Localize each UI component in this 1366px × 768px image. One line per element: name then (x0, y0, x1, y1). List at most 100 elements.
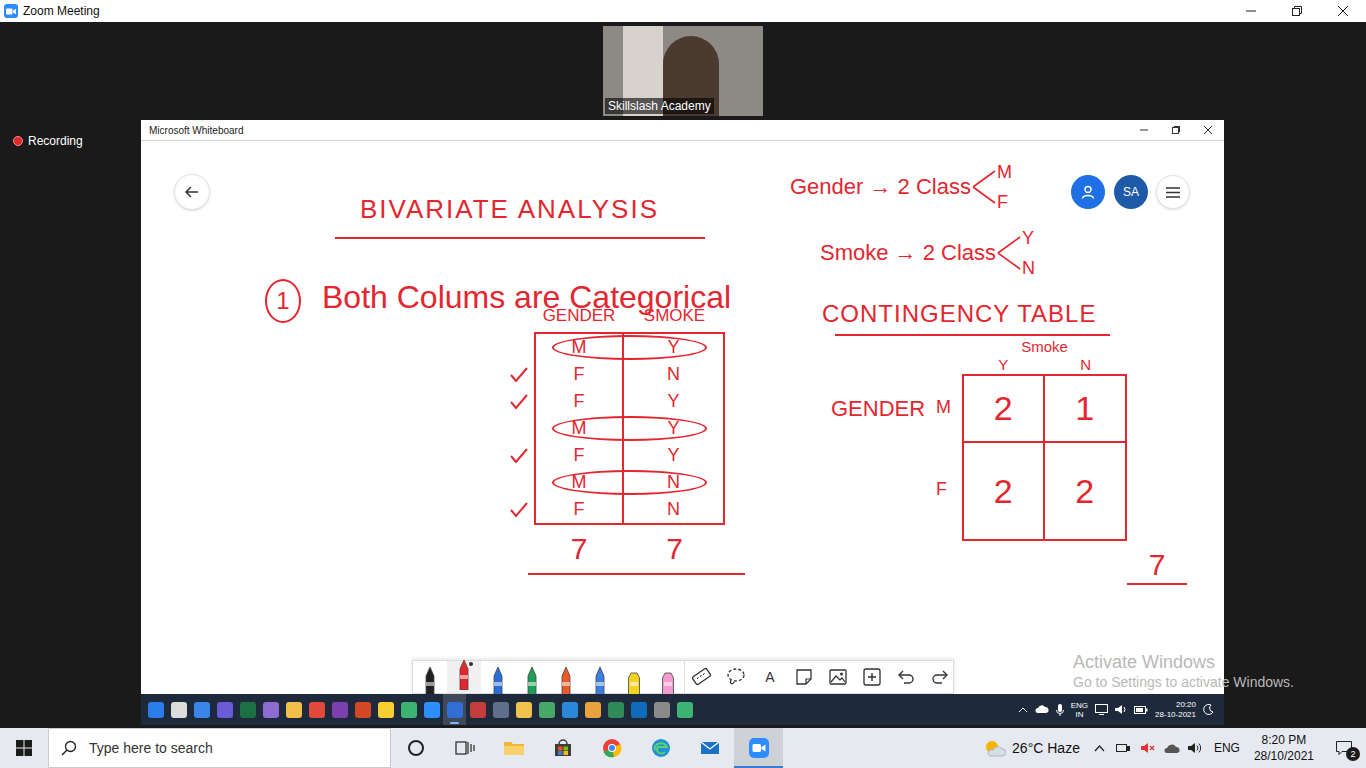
clock[interactable]: 8:20 PM 28/10/2021 (1246, 732, 1322, 764)
remote-app[interactable] (236, 694, 259, 725)
language-indicator[interactable]: ENG (1208, 739, 1246, 757)
close-icon[interactable] (1192, 120, 1224, 140)
note-tool[interactable] (787, 661, 821, 693)
share-user-icon[interactable] (1071, 175, 1105, 209)
cortana-icon[interactable] (391, 728, 440, 768)
onedrive-icon[interactable] (1160, 728, 1184, 768)
menu-icon[interactable] (1156, 175, 1190, 209)
remote-app[interactable] (512, 694, 535, 725)
chevron-icon[interactable] (1088, 728, 1112, 768)
remote-app[interactable] (259, 694, 282, 725)
remote-app[interactable] (443, 694, 466, 725)
close-icon[interactable] (1320, 0, 1366, 22)
class-label: Gender → 2 Class (790, 173, 971, 201)
speaker-muted-icon[interactable] (1136, 728, 1160, 768)
edge-app[interactable] (636, 728, 685, 768)
volume-icon[interactable] (1184, 728, 1208, 768)
remote-app[interactable] (489, 694, 512, 725)
chevron-icon[interactable] (1018, 707, 1028, 713)
weather-widget[interactable]: 26°C Haze (976, 728, 1088, 768)
remote-app[interactable] (144, 694, 167, 725)
user-avatar[interactable]: SA (1114, 175, 1148, 209)
remote-app[interactable] (581, 694, 604, 725)
table-row: FY (536, 442, 723, 469)
meeting-area: Skillslash Academy Recording Microsoft W… (0, 22, 1366, 728)
redo-tool[interactable] (923, 661, 957, 693)
remote-app[interactable] (627, 694, 650, 725)
remote-app[interactable] (535, 694, 558, 725)
minimize-icon[interactable] (1128, 120, 1160, 140)
remote-app[interactable] (397, 694, 420, 725)
battery-icon[interactable] (1134, 706, 1148, 714)
remote-clock[interactable]: 20:20 28-10-2021 (1155, 700, 1196, 720)
pen-tool[interactable] (549, 661, 583, 693)
ruler-tool[interactable] (685, 661, 719, 693)
app-icon (470, 702, 486, 718)
remote-app[interactable] (167, 694, 190, 725)
restore-icon[interactable] (1160, 120, 1192, 140)
monitor-icon[interactable] (1095, 704, 1108, 715)
mic-icon[interactable] (1056, 704, 1064, 716)
pen-tool[interactable] (413, 661, 447, 693)
speaker-icon[interactable] (1115, 704, 1127, 715)
remote-app[interactable] (190, 694, 213, 725)
back-icon[interactable] (174, 174, 210, 210)
remote-app[interactable] (374, 694, 397, 725)
app-icon (424, 702, 440, 718)
app-icon (539, 702, 555, 718)
minimize-icon[interactable] (1228, 0, 1274, 22)
device-icon[interactable] (1112, 728, 1136, 768)
pen-tool[interactable] (515, 661, 549, 693)
remote-app[interactable] (650, 694, 673, 725)
lasso-tool[interactable] (719, 661, 753, 693)
highlighter-tool[interactable] (617, 661, 651, 693)
chrome-app[interactable] (587, 728, 636, 768)
weather-icon (984, 739, 1006, 757)
remote-app[interactable] (328, 694, 351, 725)
mail-app[interactable] (685, 728, 734, 768)
remote-language[interactable]: ENG IN (1071, 701, 1088, 719)
app-icon (608, 702, 624, 718)
insert-tool[interactable] (855, 661, 889, 693)
zoom-app[interactable] (734, 728, 783, 768)
moon-icon[interactable] (1203, 704, 1214, 715)
app-icon (677, 702, 693, 718)
store-app[interactable] (538, 728, 587, 768)
app-icon (263, 702, 279, 718)
pen-tool[interactable] (481, 661, 515, 693)
folder-app[interactable] (489, 728, 538, 768)
windows-start-icon[interactable] (0, 728, 48, 768)
tick-mark (510, 502, 528, 518)
whiteboard-window: Microsoft Whiteboard SA (141, 120, 1224, 694)
image-tool[interactable] (821, 661, 855, 693)
recording-indicator[interactable]: Recording (13, 132, 83, 150)
cloud-icon[interactable] (1035, 705, 1049, 714)
task-view-icon[interactable] (440, 728, 489, 768)
remote-app[interactable] (604, 694, 627, 725)
highlighter-tool[interactable] (651, 661, 685, 693)
remote-app[interactable] (420, 694, 443, 725)
contingency-underline (835, 334, 1110, 336)
active-indicator (734, 766, 783, 768)
remote-app[interactable] (351, 694, 374, 725)
remote-app[interactable] (305, 694, 328, 725)
remote-app[interactable] (673, 694, 696, 725)
whiteboard-canvas[interactable]: SA BIVARIATE ANALYSIS 1 Both Colums are … (141, 141, 1224, 694)
undo-tool[interactable] (889, 661, 923, 693)
remote-app[interactable] (282, 694, 305, 725)
language: ENG (1071, 701, 1088, 710)
restore-icon[interactable] (1274, 0, 1320, 22)
pen-tool[interactable] (583, 661, 617, 693)
remote-app[interactable] (466, 694, 489, 725)
remote-app[interactable] (213, 694, 236, 725)
app-icon (309, 702, 325, 718)
search-box[interactable]: Type here to search (48, 728, 391, 768)
table-row: FY (536, 388, 723, 415)
table-totals: 7 7 (534, 531, 725, 567)
notification-center[interactable]: 2 (1322, 728, 1366, 768)
text-tool[interactable]: A (753, 661, 787, 693)
participant-video[interactable]: Skillslash Academy (603, 26, 763, 116)
remote-app[interactable] (558, 694, 581, 725)
pen-tool[interactable] (447, 661, 481, 693)
